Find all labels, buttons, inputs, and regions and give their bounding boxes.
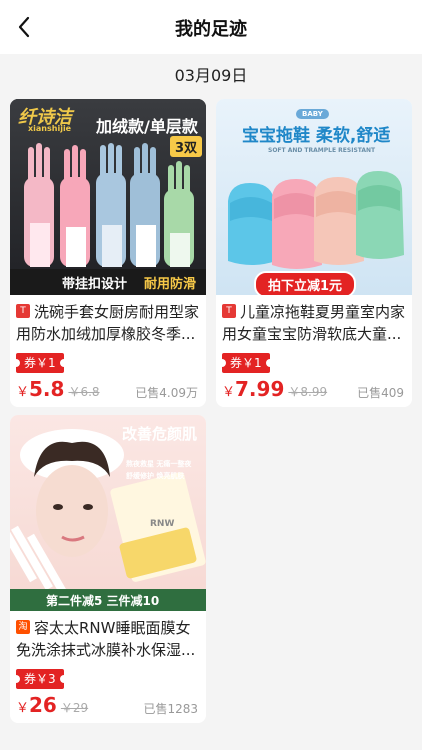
product-title: T 儿童凉拖鞋夏男童室内家用女童宝宝防滑软底大童... [222, 303, 406, 343]
coupon-badge: 券￥1 [218, 353, 274, 373]
product-image: 改善危颜肌 熬夜救星 无痛一整夜 舒缓修护 焕亮肌肤 RNW 第二件减5 三件减… [10, 415, 206, 611]
tmall-icon: T [222, 303, 236, 318]
date-label: 03月09日 [174, 66, 248, 85]
promo-banner: 拍下立减1元 [254, 271, 357, 295]
feature-line-1: 熬夜救星 无痛一整夜 [126, 460, 192, 468]
header-bar: 我的足迹 [0, 0, 422, 54]
currency-symbol: ￥ [16, 701, 30, 716]
subheadline: SOFT AND TRAMPLE RESISTANT [268, 147, 376, 154]
product-image: 纤诗洁 xianshijie 加绒款/单层款 3双 带挂扣设计 耐用防滑 [10, 99, 206, 295]
currency-symbol: ￥ [16, 385, 30, 400]
sold-count: 已售4.09万 [135, 386, 198, 400]
price: 5.8 [29, 377, 65, 401]
feature-line-2: 舒缓修护 焕亮肌肤 [126, 472, 185, 480]
price: 26 [29, 693, 57, 717]
baby-tag: BABY [296, 109, 329, 119]
product-title: T 洗碗手套女厨房耐用型家用防水加绒加厚橡胶冬季... [16, 303, 200, 343]
tmall-icon: T [16, 303, 30, 318]
price-row: ￥26 ￥29 已售1283 [16, 693, 198, 719]
variant-badge: 加绒款/单层款 [96, 117, 198, 136]
page-title: 我的足迹 [175, 19, 247, 40]
headline: 改善危颜肌 [122, 425, 198, 443]
promo-banner: 带挂扣设计 耐用防滑 [10, 269, 206, 295]
currency-symbol: ￥ [222, 385, 236, 400]
brand-logo-en: xianshijie [28, 124, 72, 133]
package-brand: RNW [150, 519, 175, 529]
price: 7.99 [235, 377, 285, 401]
coupon-badge: 券￥1 [12, 353, 68, 373]
sold-count: 已售1283 [143, 702, 198, 716]
coupon-badge: 券￥3 [12, 669, 68, 689]
promo-banner: 第二件减5 三件减10 [10, 589, 206, 611]
original-price: ￥29 [60, 701, 89, 715]
product-card[interactable]: BABY 宝宝拖鞋 柔软,舒适 SOFT AND TRAMPLE RESISTA… [216, 99, 412, 407]
headline: 宝宝拖鞋 柔软,舒适 [242, 126, 391, 146]
product-card[interactable]: 纤诗洁 xianshijie 加绒款/单层款 3双 带挂扣设计 耐用防滑 T 洗… [10, 99, 206, 407]
taobao-icon: 淘 [16, 619, 30, 634]
price-row: ￥5.8 ￥6.8 已售4.09万 [16, 377, 198, 403]
original-price: ￥6.8 [68, 385, 100, 399]
sold-count: 已售409 [357, 386, 404, 400]
product-title: 淘容太太RNW睡眠面膜女免洗涂抹式冰膜补水保湿... [16, 619, 196, 659]
price-row: ￥7.99 ￥8.99 已售409 [222, 377, 404, 403]
product-card[interactable]: 改善危颜肌 熬夜救星 无痛一整夜 舒缓修护 焕亮肌肤 RNW 第二件减5 三件减… [10, 415, 206, 723]
product-image: BABY 宝宝拖鞋 柔软,舒适 SOFT AND TRAMPLE RESISTA… [216, 99, 412, 295]
gloves-illustration [24, 143, 194, 267]
original-price: ￥8.99 [288, 385, 328, 399]
slippers-illustration [228, 171, 404, 269]
model-photo [10, 429, 206, 599]
